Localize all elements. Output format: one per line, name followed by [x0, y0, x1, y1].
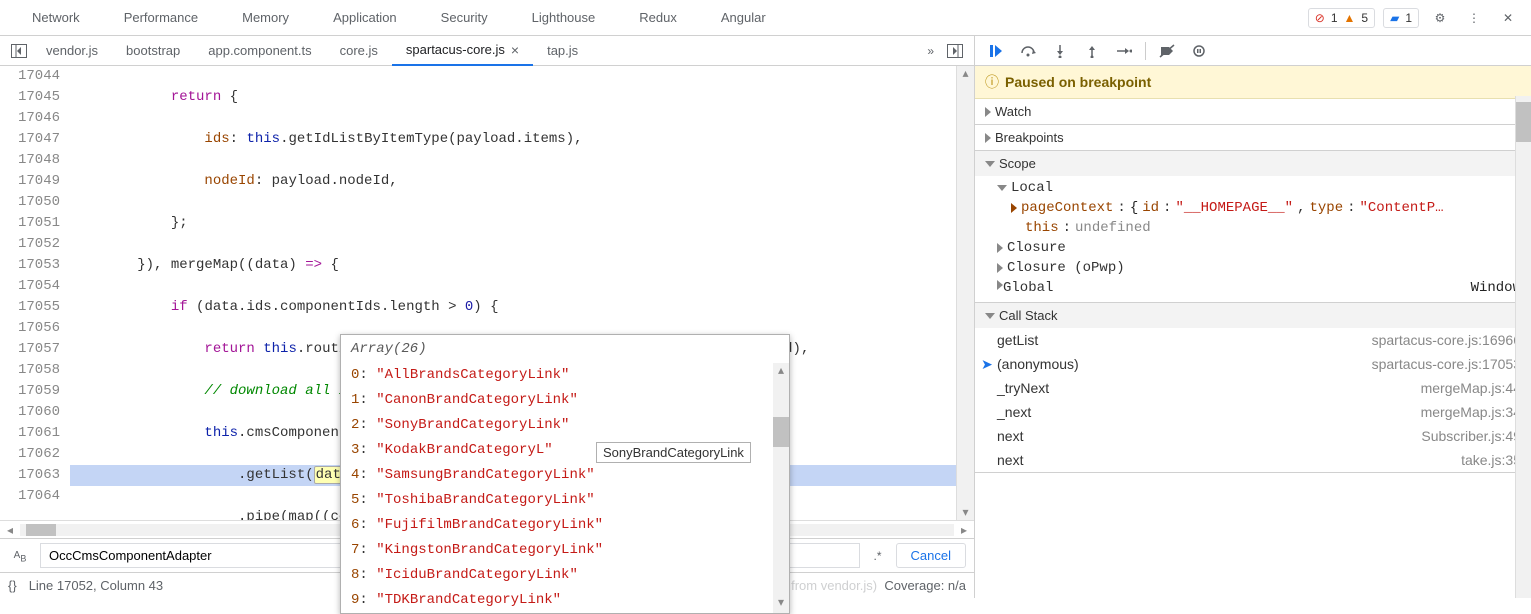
paused-label: Paused on breakpoint	[1005, 74, 1151, 90]
breakpoints-section[interactable]: Breakpoints	[975, 125, 1531, 150]
tooltip-item[interactable]: 7: "KingstonBrandCategoryLink"	[341, 538, 789, 563]
hover-tooltip: SonyBrandCategoryLink	[596, 442, 751, 463]
tabs-overflow-icon[interactable]: »	[919, 44, 942, 58]
line-gutter: 1704417045170461704717048170491705017051…	[0, 66, 70, 520]
tooltip-item[interactable]: 4: "SamsungBrandCategoryLink"	[341, 463, 789, 488]
cursor-position: Line 17052, Column 43	[29, 578, 163, 593]
message-icon: ▰	[1390, 11, 1399, 25]
warning-count: 5	[1361, 11, 1368, 25]
callstack-frame[interactable]: nexttake.js:35	[975, 448, 1531, 472]
step-over-button[interactable]	[1017, 40, 1039, 62]
file-tab-tap[interactable]: tap.js	[533, 36, 592, 66]
pause-exceptions-button[interactable]	[1188, 40, 1210, 62]
vertical-scrollbar[interactable]: ▴ ▾	[956, 66, 974, 520]
more-icon[interactable]: ⋮	[1461, 5, 1487, 31]
debug-toolbar	[975, 36, 1531, 66]
callstack-frame[interactable]: getListspartacus-core.js:16966	[975, 328, 1531, 352]
resume-button[interactable]	[985, 40, 1007, 62]
tab-angular[interactable]: Angular	[699, 1, 788, 34]
value-tooltip: Array(26) ▴ ▾ 0: "AllBrandsCategoryLink"…	[340, 334, 790, 614]
tab-application[interactable]: Application	[311, 1, 419, 34]
deactivate-breakpoints-button[interactable]	[1156, 40, 1178, 62]
warning-icon: ▲	[1344, 11, 1356, 25]
callstack-section[interactable]: Call Stack	[975, 303, 1531, 328]
callstack-frame[interactable]: nextSubscriber.js:49	[975, 424, 1531, 448]
pretty-print-icon[interactable]: {}	[8, 578, 17, 593]
tooltip-item[interactable]: 5: "ToshibaBrandCategoryLink"	[341, 488, 789, 513]
tooltip-item[interactable]: 1: "CanonBrandCategoryLink"	[341, 388, 789, 413]
cancel-button[interactable]: Cancel	[896, 543, 966, 568]
tab-lighthouse[interactable]: Lighthouse	[510, 1, 618, 34]
close-icon[interactable]: ✕	[1495, 5, 1521, 31]
watch-section[interactable]: Watch	[975, 99, 1531, 124]
coverage-info: Coverage: n/a	[884, 578, 966, 593]
tab-performance[interactable]: Performance	[102, 1, 220, 34]
callstack-frame[interactable]: ➤(anonymous)spartacus-core.js:17053	[975, 352, 1531, 376]
callstack-frame[interactable]: _nextmergeMap.js:34	[975, 400, 1531, 424]
tab-network[interactable]: Network	[10, 1, 102, 34]
paused-banner: ⓘ Paused on breakpoint	[975, 66, 1531, 99]
callstack-frame[interactable]: _tryNextmergeMap.js:44	[975, 376, 1531, 400]
regex-toggle-icon[interactable]: .*	[868, 549, 888, 563]
file-tabs: vendor.js bootstrap app.component.ts cor…	[32, 36, 919, 66]
file-tab-spartacus[interactable]: spartacus-core.js×	[392, 36, 533, 66]
close-tab-icon[interactable]: ×	[511, 42, 519, 58]
navigator-toggle-icon[interactable]	[6, 44, 32, 58]
scope-closure[interactable]: Closure	[975, 238, 1531, 258]
tooltip-header: Array(26)	[341, 335, 789, 363]
file-tab-vendor[interactable]: vendor.js	[32, 36, 112, 66]
messages-badge[interactable]: ▰1	[1383, 8, 1419, 28]
tooltip-scrollbar[interactable]: ▴ ▾	[773, 363, 789, 613]
error-icon: ⊘	[1315, 11, 1325, 25]
tab-redux[interactable]: Redux	[617, 1, 699, 34]
scope-local[interactable]: Local	[975, 178, 1531, 198]
tab-memory[interactable]: Memory	[220, 1, 311, 34]
right-scrollbar[interactable]	[1515, 96, 1531, 598]
step-into-button[interactable]	[1049, 40, 1071, 62]
file-tab-core[interactable]: core.js	[326, 36, 392, 66]
message-count: 1	[1405, 11, 1412, 25]
info-icon: ⓘ	[985, 72, 999, 92]
settings-icon[interactable]: ⚙	[1427, 5, 1453, 31]
console-status-badge[interactable]: ⊘ 1 ▲ 5	[1308, 8, 1375, 28]
scope-this: this: undefined	[975, 218, 1531, 238]
tooltip-item[interactable]: 8: "IciduBrandCategoryLink"	[341, 563, 789, 588]
step-out-button[interactable]	[1081, 40, 1103, 62]
tooltip-item[interactable]: 9: "TDKBrandCategoryLink"	[341, 588, 789, 613]
tooltip-item[interactable]: 2: "SonyBrandCategoryLink"	[341, 413, 789, 438]
case-toggle-icon[interactable]: AB	[8, 547, 32, 563]
file-tab-bootstrap[interactable]: bootstrap	[112, 36, 194, 66]
file-tab-appcomponent[interactable]: app.component.ts	[194, 36, 325, 66]
scope-closure2[interactable]: Closure (oPwp)	[975, 258, 1531, 278]
scope-global[interactable]: GlobalWindow	[975, 278, 1531, 298]
devtools-panel-tabs: Network Performance Memory Application S…	[10, 1, 1308, 34]
tab-security[interactable]: Security	[419, 1, 510, 34]
error-count: 1	[1331, 11, 1338, 25]
step-button[interactable]	[1113, 40, 1135, 62]
debugger-toggle-icon[interactable]	[942, 44, 968, 58]
tooltip-item[interactable]: 6: "FujifilmBrandCategoryLink"	[341, 513, 789, 538]
tooltip-item[interactable]: 0: "AllBrandsCategoryLink"	[341, 363, 789, 388]
scope-section[interactable]: Scope	[975, 151, 1531, 176]
scope-pagecontext[interactable]: pageContext: {id: "__HOMEPAGE__", type: …	[975, 198, 1531, 218]
